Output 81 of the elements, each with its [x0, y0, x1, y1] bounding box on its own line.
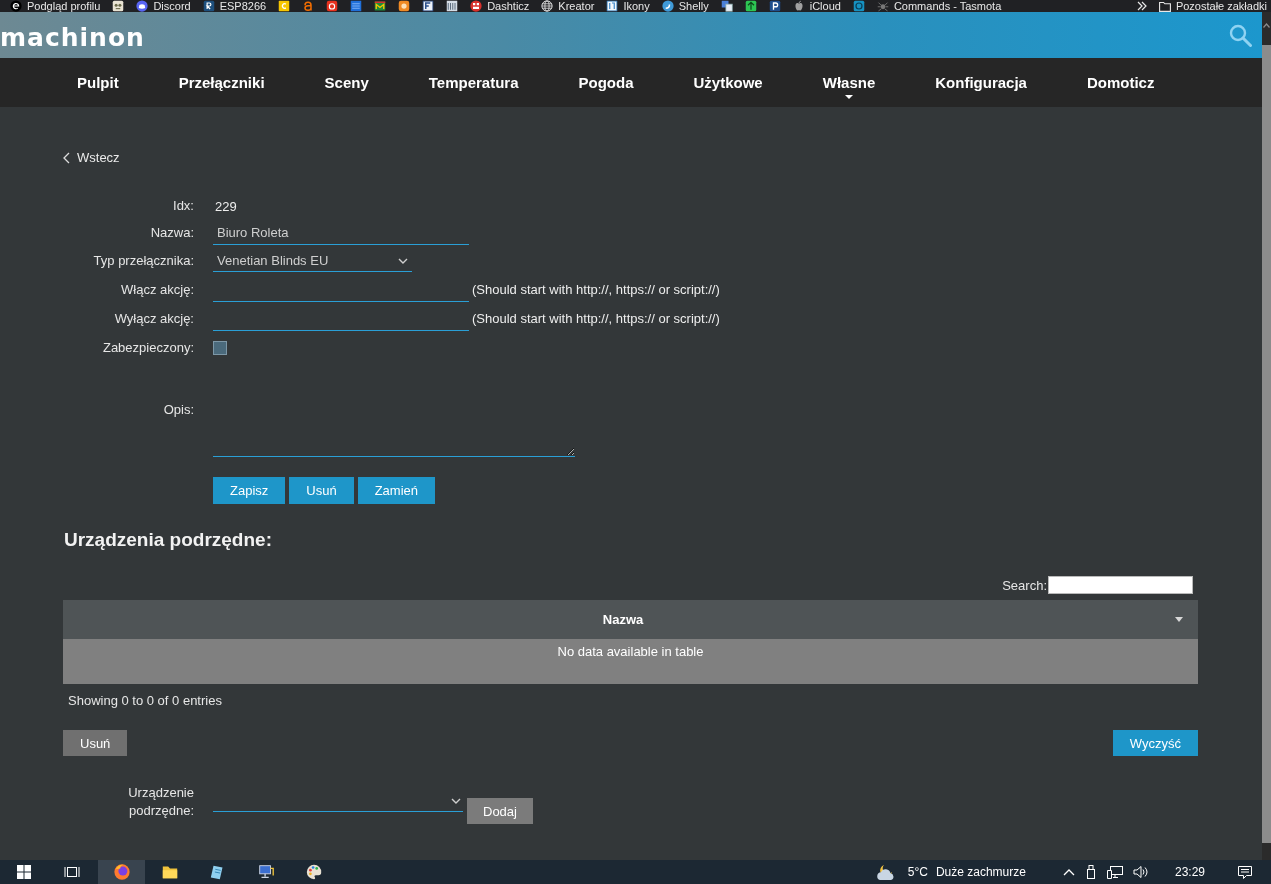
field-label: Idx: — [172, 197, 194, 215]
favicon-icon[interactable] — [720, 0, 733, 12]
search-label: Search: — [1002, 577, 1047, 593]
nav-link[interactable]: Użytkowe — [663, 58, 793, 107]
chevron-down-icon — [398, 257, 408, 264]
select-field[interactable]: Venetian Blinds EU — [213, 250, 412, 272]
bookmark-link[interactable]: ESP8266 — [202, 0, 267, 12]
back-link[interactable]: Wstecz — [63, 149, 120, 167]
clock-time[interactable]: 23:29 — [1174, 865, 1205, 879]
favicon-icon — [470, 0, 483, 12]
windows-icon[interactable] — [17, 865, 31, 879]
bookmark-link[interactable]: Dashticz — [470, 0, 530, 12]
action-button[interactable]: Usuń — [63, 730, 128, 756]
nav-link[interactable]: Pogoda — [548, 58, 664, 107]
add-button[interactable]: Dodaj — [467, 798, 533, 824]
favicon-icon — [136, 0, 149, 12]
orb-icon — [112, 863, 131, 881]
favicon-icon[interactable] — [398, 0, 411, 12]
favicon-icon[interactable] — [744, 0, 757, 12]
nav-link[interactable]: Pulpit — [47, 58, 149, 107]
chevron-up-icon[interactable] — [1062, 868, 1075, 876]
bookmark-link[interactable]: Pozostałe zakładki — [1158, 0, 1267, 12]
weather-temperature: 5°C — [907, 865, 928, 879]
palette-icon — [304, 863, 323, 881]
computer-icon — [256, 863, 275, 881]
hint-text: (Should start with http://, https:// or script://) — [472, 311, 720, 326]
favicon-icon[interactable] — [112, 0, 125, 12]
field-label: Opis: — [162, 401, 194, 419]
bookmark-link[interactable]: Podgląd profilu — [10, 0, 101, 12]
field-label: Wyłącz akcję: — [113, 309, 194, 328]
favicon-icon — [202, 0, 215, 12]
field-label: Włącz akcję: — [120, 280, 194, 299]
scroll-up-icon[interactable] — [1263, 23, 1270, 28]
nav-link[interactable]: Domoticz — [1056, 58, 1185, 107]
table-info: Showing 0 to 0 of 0 entries — [67, 693, 223, 709]
nav-link[interactable]: Przełączniki — [148, 58, 295, 107]
weather-condition: Duże zachmurze — [935, 865, 1026, 879]
bookmark-link[interactable]: Ikony — [606, 0, 650, 12]
column-header[interactable]: Nazwa — [63, 600, 1198, 639]
favicon-icon[interactable] — [278, 0, 291, 12]
favicon-icon[interactable] — [350, 0, 363, 12]
bookmark-link[interactable]: Kreator — [541, 0, 595, 12]
chevron-left-icon — [63, 152, 70, 164]
field-label: Zabezpieczony: — [101, 338, 194, 357]
globe-icon — [541, 0, 554, 12]
favicon-icon — [606, 0, 619, 12]
notification-icon[interactable] — [1237, 865, 1253, 879]
double-chevron-icon[interactable] — [1136, 1, 1147, 11]
field-label: Urządzenie podrzędne: — [127, 784, 194, 820]
task-view-icon[interactable] — [64, 865, 80, 879]
field-label: Nazwa: — [149, 223, 194, 242]
usb-drive-icon[interactable] — [1084, 865, 1097, 879]
field-value: 229 — [214, 198, 237, 214]
bookmark-link[interactable]: iCloud — [792, 0, 841, 12]
favicon-icon — [661, 0, 674, 12]
nav-link[interactable]: Sceny — [294, 58, 399, 107]
checkbox[interactable] — [213, 340, 227, 355]
field-label: Typ przełącznika: — [92, 252, 194, 270]
speaker-icon[interactable] — [1132, 865, 1149, 879]
folder-icon — [1158, 0, 1171, 12]
nav-link[interactable]: Własne — [792, 58, 906, 107]
hint-text: (Should start with http://, https:// or script://) — [472, 282, 720, 297]
section-title: Urządzenia podrzędne: — [64, 528, 273, 552]
chevron-down-icon — [451, 797, 461, 804]
favicon-icon[interactable] — [326, 0, 339, 12]
favicon-icon[interactable] — [422, 0, 435, 12]
favicon-icon[interactable] — [374, 0, 387, 12]
favicon-icon[interactable] — [446, 0, 459, 12]
bookmark-link[interactable]: Discord — [136, 0, 191, 12]
favicon-icon — [10, 0, 22, 12]
logo: machinon — [0, 23, 145, 53]
search-field[interactable] — [1048, 576, 1193, 594]
bookmark-link[interactable]: Commands - Tasmota — [876, 0, 1002, 12]
bookmark-link[interactable]: Shelly — [661, 0, 709, 12]
text-input[interactable]: Biuro Roleta — [213, 220, 469, 245]
spider-icon — [876, 0, 889, 12]
favicon-icon[interactable] — [768, 0, 781, 12]
network-icon[interactable] — [1106, 865, 1123, 879]
table-cell: No data available in table — [63, 639, 1198, 684]
nav-link[interactable]: Konfiguracja — [905, 58, 1057, 107]
nav-link[interactable]: Temperatura — [398, 58, 549, 107]
